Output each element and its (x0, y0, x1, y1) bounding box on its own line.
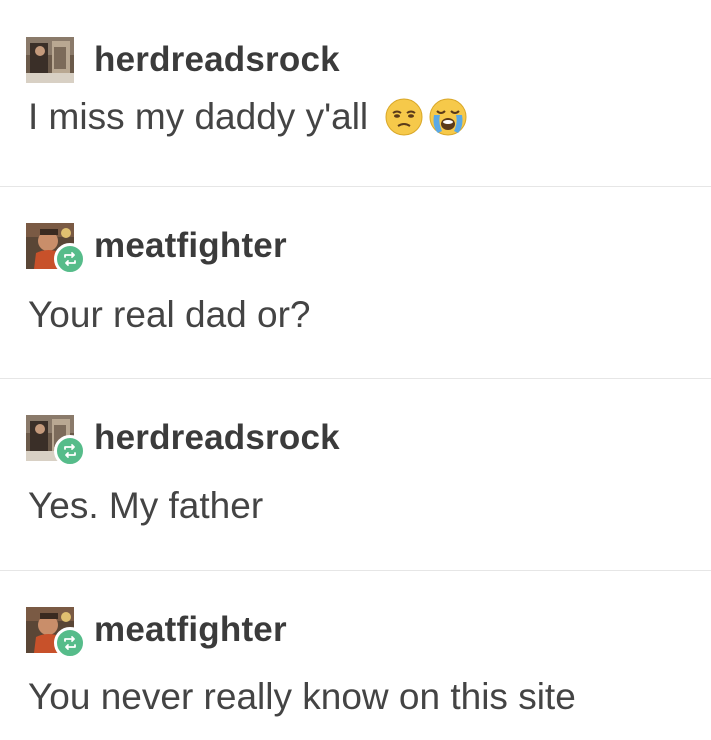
reblog-icon (54, 627, 86, 659)
loudly-crying-face-emoji-icon (429, 98, 467, 136)
post-message: Yes. My father (28, 485, 263, 527)
username[interactable]: herdreadsrock (94, 40, 340, 80)
avatar-herdreadsrock[interactable] (26, 415, 86, 467)
avatar-herdreadsrock[interactable] (26, 37, 74, 83)
message-text: I miss my daddy y'all (28, 96, 369, 137)
post-header: meatfighter (26, 222, 287, 275)
message-text: Your real dad or? (28, 294, 311, 335)
post-message: Your real dad or? (28, 294, 311, 336)
avatar-meatfighter[interactable] (26, 607, 86, 659)
post-herdreadsrock-2: herdreadsrock Yes. My father (0, 379, 711, 570)
message-text: You never really know on this site (28, 676, 576, 717)
post-meatfighter-1: meatfighter Your real dad or? (0, 186, 711, 379)
post-header: herdreadsrock (26, 414, 340, 467)
post-message: You never really know on this site (28, 676, 576, 718)
avatar-meatfighter[interactable] (26, 223, 86, 275)
post-message: I miss my daddy y'all (28, 96, 468, 138)
post-herdreadsrock-1: herdreadsrock I miss my daddy y'all (0, 0, 711, 186)
reblog-icon (54, 243, 86, 275)
username[interactable]: meatfighter (94, 610, 287, 650)
reblog-icon (54, 435, 86, 467)
post-header: meatfighter (26, 606, 287, 659)
weary-face-emoji-icon (385, 98, 423, 136)
username[interactable]: meatfighter (94, 226, 287, 266)
avatar-image (26, 37, 74, 83)
post-meatfighter-2: meatfighter You never really know on thi… (0, 570, 711, 740)
post-header: herdreadsrock (26, 36, 340, 84)
reblog-thread: herdreadsrock I miss my daddy y'all meat… (0, 0, 711, 740)
message-text: Yes. My father (28, 485, 264, 526)
username[interactable]: herdreadsrock (94, 418, 340, 458)
